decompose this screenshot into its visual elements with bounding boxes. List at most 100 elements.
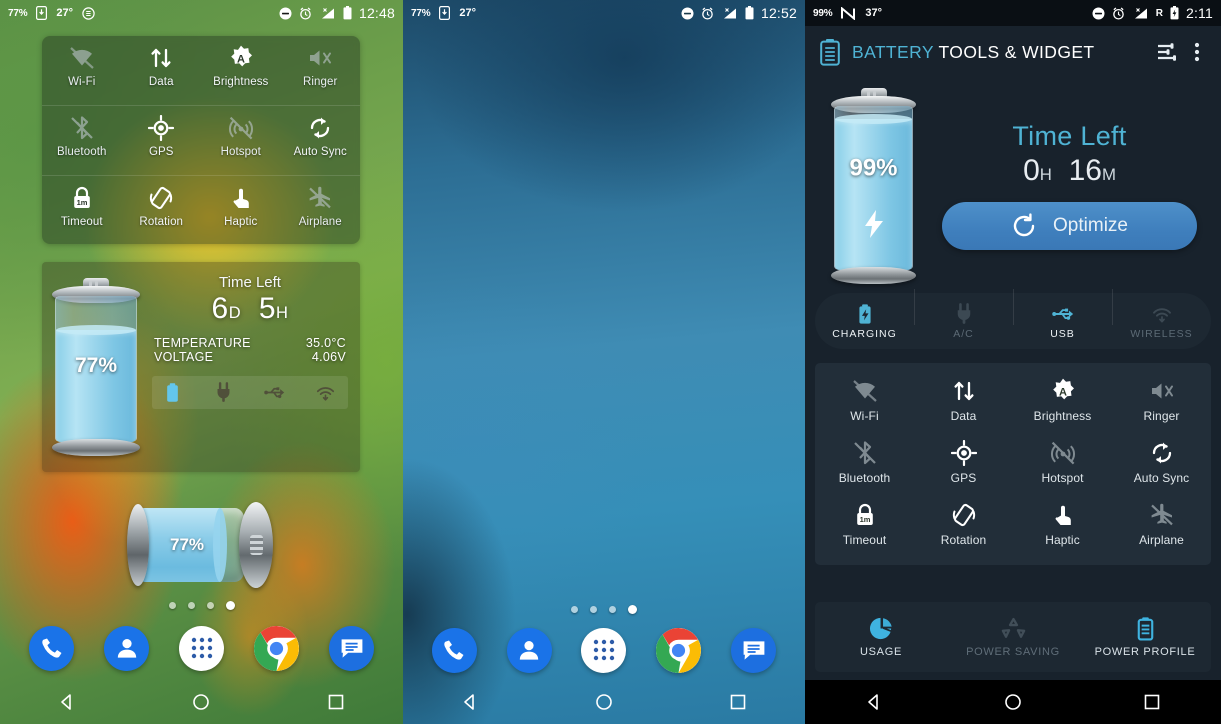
battery-saver-icon [36,6,48,21]
recycle-icon [1001,616,1026,641]
rotation-icon [148,185,174,211]
toggle-airplane[interactable]: Airplane [1112,493,1211,555]
toggle-gps[interactable]: GPS [914,431,1013,493]
status-clock: 2:11 [1185,5,1213,21]
page-dot[interactable] [628,605,637,614]
eco-mode-icon [82,6,95,20]
wifi-off-icon [69,45,95,71]
bottom-tab-usage[interactable]: USAGE [815,616,947,658]
dock-app-drawer[interactable] [581,627,627,673]
horizontal-battery-widget-left[interactable]: 77% [127,502,275,588]
toggle-ringer[interactable]: Ringer [281,36,361,105]
toggle-wi-fi[interactable]: Wi-Fi [815,369,914,431]
status-bar-right: 99% 37° R 2:11 [805,0,1221,26]
toggle-wi-fi[interactable]: Wi-Fi [42,36,122,105]
usb-icon[interactable] [264,382,285,403]
ac-plug-icon[interactable] [213,382,234,403]
app-bar: BATTERY TOOLS & WIDGET [805,26,1221,78]
toggle-brightness[interactable]: A Brightness [201,36,281,105]
svg-text:A: A [1059,386,1067,398]
toggle-auto-sync[interactable]: Auto Sync [1112,431,1211,493]
dock-chrome[interactable] [656,627,702,673]
phone-panel-middle: 77% 27° 12:52 Wi-FiDataABrightnessRinger… [403,0,805,724]
hbattery-percent-label: 77% [169,535,205,554]
toggle-bluetooth[interactable]: Bluetooth [815,431,914,493]
optimize-button[interactable]: Optimize [942,202,1197,250]
source-tab-charging[interactable]: CHARGING [815,303,914,340]
home-icon[interactable] [173,680,229,724]
source-tab-label: CHARGING [832,327,897,340]
back-icon[interactable] [39,680,95,724]
toggle-data[interactable]: Data [914,369,1013,431]
page-dot[interactable] [206,602,214,609]
toggle-data[interactable]: Data [122,36,202,105]
toggle-timeout[interactable]: 1m Timeout [815,493,914,555]
source-tab-ac[interactable]: A/C [914,288,1013,340]
page-dot[interactable] [571,606,578,613]
dock-phone[interactable] [431,627,477,673]
toggle-auto-sync[interactable]: Auto Sync [281,106,361,174]
wireless-icon[interactable] [315,382,336,403]
source-tab-usb[interactable]: USB [1013,288,1112,340]
toggle-timeout[interactable]: 1m Timeout [42,176,122,244]
page-dot[interactable] [609,606,616,613]
toggle-label: Brightness [213,76,269,88]
voltage-value: 4.06V [311,350,346,364]
temperature-value: 35.0°C [305,336,346,350]
battery-icon [745,6,754,20]
page-dot[interactable] [590,606,597,613]
dock-contacts[interactable] [104,625,149,671]
recents-icon[interactable] [710,680,766,724]
toggle-label: Haptic [1045,533,1080,547]
back-icon[interactable] [846,680,902,724]
phone-panel-right-app: 99% 37° R 2:11 BATTERY TOOLS & WIDGET 99… [805,0,1221,724]
back-icon[interactable] [442,680,498,724]
toggle-label: Bluetooth [838,471,891,485]
signal-icon [1132,7,1149,20]
home-icon[interactable] [576,680,632,724]
page-dot[interactable] [168,602,176,609]
dock-messages[interactable] [329,625,374,671]
haptic-touch-icon [1050,502,1076,528]
toggle-row: Wi-Fi Data A Brightness Ringer [42,36,360,105]
status-battery-percent: 77% [411,7,431,19]
wireless-icon [1151,303,1173,325]
toggle-haptic[interactable]: Haptic [201,176,281,244]
source-tab-wireless[interactable]: WIRELESS [1112,288,1211,340]
recents-icon[interactable] [308,680,364,724]
svg-text:A: A [237,53,245,65]
toggle-hotspot[interactable]: Hotspot [201,106,281,174]
bluetooth-off-icon [852,440,878,466]
battery-widget-left[interactable]: 77% Time Left 6D 5H TEMPERATURE 35.0°C V… [42,262,360,472]
dock-phone[interactable] [29,625,74,671]
toggle-hotspot[interactable]: Hotspot [1013,431,1112,493]
toggle-gps[interactable]: GPS [122,106,202,174]
bottom-tab-power-profile[interactable]: POWER PROFILE [1079,616,1211,658]
toggle-airplane[interactable]: Airplane [281,176,361,244]
status-temperature: 27° [56,7,74,19]
bottom-tab-power-saving[interactable]: POWER SAVING [947,616,1079,658]
dock-contacts[interactable] [506,627,552,673]
dock-app-drawer[interactable] [179,625,224,671]
toggle-label: GPS [148,146,174,159]
home-icon[interactable] [985,680,1041,724]
status-bar-middle: 77% 27° 12:52 [403,0,805,26]
toggle-row: Bluetooth GPS Hotspot Auto Sync [815,431,1211,493]
toggle-bluetooth[interactable]: Bluetooth [42,106,122,174]
toggle-rotation[interactable]: Rotation [914,493,1013,555]
dock-messages[interactable] [731,627,777,673]
overflow-menu-icon[interactable] [1187,36,1207,68]
toggle-haptic[interactable]: Haptic [1013,493,1112,555]
recents-icon[interactable] [1124,680,1180,724]
page-dot[interactable] [187,602,195,609]
toggle-brightness[interactable]: A Brightness [1013,369,1112,431]
signal-icon [721,7,738,20]
dock-chrome[interactable] [254,625,299,671]
toggle-ringer[interactable]: Ringer [1112,369,1211,431]
tune-sliders-icon[interactable] [1149,36,1187,68]
data-icon [148,45,174,71]
battery-icon[interactable] [162,382,183,403]
toggle-rotation[interactable]: Rotation [122,176,202,244]
page-dot[interactable] [225,601,235,610]
wallpaper-blue [403,0,805,724]
